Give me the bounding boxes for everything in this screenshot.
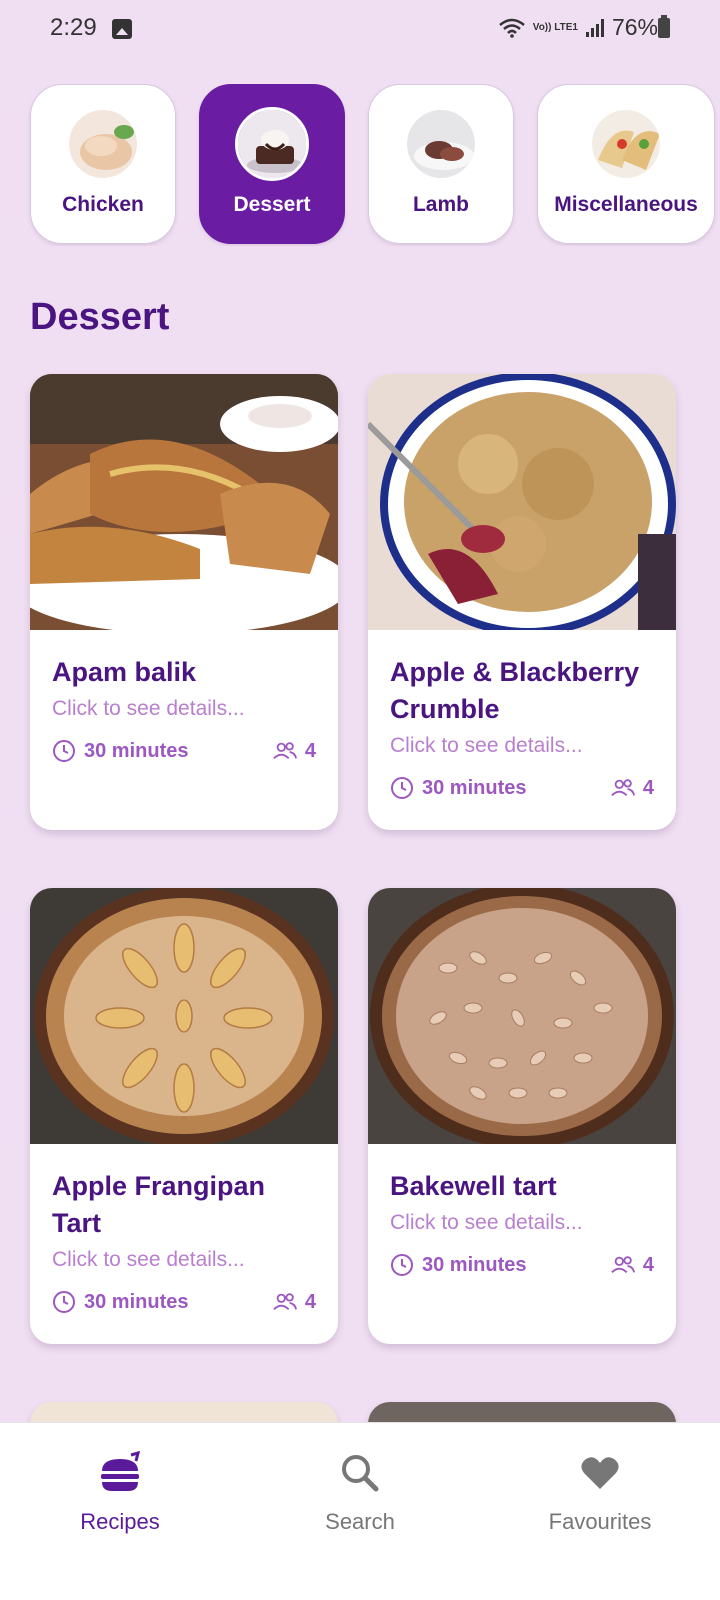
recipe-title: Apple Frangipan Tart bbox=[52, 1171, 266, 1238]
category-chip-miscellaneous[interactable]: Miscellaneous bbox=[537, 84, 715, 244]
recipe-card[interactable]: Apple & Blackberry Crumble Click to see … bbox=[368, 374, 676, 830]
nav-label: Recipes bbox=[80, 1509, 160, 1534]
people-icon bbox=[273, 742, 297, 760]
recipe-meta: 30 minutes 4 bbox=[390, 776, 654, 800]
recipe-servings: 4 bbox=[304, 1290, 316, 1313]
status-indicators: Vo)) LTE1 76% bbox=[498, 14, 658, 41]
recipe-meta: 30 minutes 4 bbox=[52, 1290, 316, 1314]
clock-icon bbox=[53, 1291, 75, 1313]
people-icon bbox=[273, 1293, 297, 1311]
recipe-subtitle: Click to see details... bbox=[390, 1211, 583, 1234]
category-label: Miscellaneous bbox=[554, 193, 698, 216]
heart-icon bbox=[581, 1457, 619, 1489]
nav-label: Favourites bbox=[548, 1509, 652, 1534]
nav-label: Search bbox=[325, 1509, 395, 1534]
category-label: Lamb bbox=[412, 193, 469, 216]
category-carousel[interactable]: Chicken Dessert Lamb Miscellaneous bbox=[0, 84, 720, 246]
taco-dish-icon bbox=[589, 107, 663, 181]
recipe-title: Apple & Blackberry Crumble bbox=[390, 657, 640, 724]
recipe-time: 30 minutes bbox=[422, 1253, 527, 1276]
wifi-icon bbox=[498, 18, 525, 38]
section-title: Dessert bbox=[30, 296, 170, 338]
recipe-time: 30 minutes bbox=[84, 1290, 189, 1313]
chicken-dish-icon bbox=[66, 107, 140, 181]
category-label: Chicken bbox=[62, 193, 144, 216]
lamb-dish-icon bbox=[404, 107, 478, 181]
recipe-servings: 4 bbox=[642, 776, 654, 799]
recipe-card[interactable]: Apam balik Click to see details... 30 mi… bbox=[30, 374, 338, 830]
recipe-photo bbox=[368, 374, 676, 630]
recipe-subtitle: Click to see details... bbox=[390, 734, 583, 757]
recipe-subtitle: Click to see details... bbox=[52, 1248, 245, 1271]
nav-item-recipes[interactable]: Recipes bbox=[0, 1423, 240, 1600]
category-chip-chicken[interactable]: Chicken bbox=[30, 84, 176, 244]
battery-icon bbox=[658, 15, 670, 38]
status-time: 2:29 bbox=[50, 14, 97, 41]
search-icon bbox=[342, 1455, 379, 1492]
people-icon bbox=[611, 1256, 635, 1274]
people-icon bbox=[611, 779, 635, 797]
recipe-meta: 30 minutes 4 bbox=[390, 1253, 654, 1277]
recipe-title: Bakewell tart bbox=[390, 1171, 557, 1201]
recipe-photo bbox=[30, 888, 338, 1144]
recipe-time: 30 minutes bbox=[84, 739, 189, 762]
recipe-title: Apam balik bbox=[52, 657, 197, 687]
burger-icon bbox=[101, 1451, 141, 1491]
lte-indicator: Vo)) LTE1 bbox=[532, 21, 578, 33]
recipe-card[interactable]: Apple Frangipan Tart Click to see detail… bbox=[30, 888, 338, 1344]
recipe-servings: 4 bbox=[304, 739, 316, 762]
recipe-subtitle: Click to see details... bbox=[52, 697, 245, 720]
battery-percent: 76% bbox=[611, 14, 658, 40]
category-label: Dessert bbox=[233, 193, 311, 216]
recipe-servings: 4 bbox=[642, 1253, 654, 1276]
clock-icon bbox=[391, 777, 413, 799]
signal-icon bbox=[585, 18, 604, 37]
recipe-time: 30 minutes bbox=[422, 776, 527, 799]
recipe-photo bbox=[368, 888, 676, 1144]
clock-icon bbox=[391, 1254, 413, 1276]
bottom-navigation: Recipes Search Favourites bbox=[0, 1422, 720, 1600]
category-chip-lamb[interactable]: Lamb bbox=[368, 84, 514, 244]
gallery-notification-icon bbox=[112, 19, 132, 39]
nav-item-search[interactable]: Search bbox=[240, 1423, 480, 1600]
dessert-dish-icon bbox=[235, 107, 309, 181]
nav-item-favourites[interactable]: Favourites bbox=[480, 1423, 720, 1600]
clock-icon bbox=[53, 740, 75, 762]
recipe-photo bbox=[30, 374, 338, 630]
recipe-meta: 30 minutes 4 bbox=[52, 739, 316, 763]
status-bar: 2:29 Vo)) LTE1 76% bbox=[0, 0, 720, 58]
recipe-card[interactable]: Bakewell tart Click to see details... 30… bbox=[368, 888, 676, 1344]
category-chip-dessert[interactable]: Dessert bbox=[199, 84, 345, 244]
